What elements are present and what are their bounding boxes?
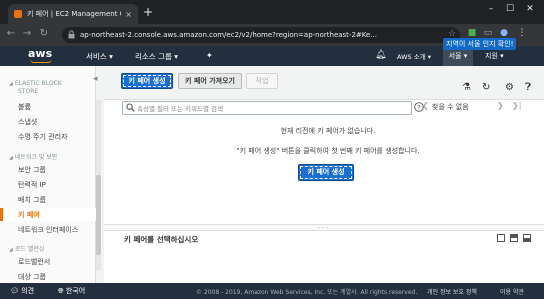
empty-state-hint: "키 페어 생성" 버튼을 클릭하여 첫 번째 키 페어를 생성합니다.: [236, 147, 420, 155]
sidebar-item-network-interfaces[interactable]: 네트워크 인터페이스: [18, 225, 78, 235]
feedback-label: 의견: [21, 287, 35, 295]
minimize-icon[interactable]: –: [484, 4, 498, 14]
help-icon[interactable]: ❓︎: [525, 82, 531, 93]
terms-link[interactable]: 이용 약관: [500, 287, 524, 296]
sidebar-item-target-groups[interactable]: 대상 그룹: [18, 272, 46, 282]
last-page-icon[interactable]: ❯|: [512, 101, 521, 110]
account-menu[interactable]: AWS 소개 ▾: [397, 51, 431, 61]
language-selector[interactable]: 🌐︎ 한국어: [58, 286, 85, 296]
extension-icon[interactable]: ■: [466, 28, 478, 38]
bell-icon[interactable]: 🔔︎: [375, 50, 386, 60]
services-label: 서비스: [86, 52, 107, 61]
region-label: 서울: [448, 52, 462, 60]
chevron-down-icon: ▾: [174, 52, 179, 61]
sidebar-item-key-pairs[interactable]: 키 페어: [18, 210, 40, 220]
browser-menu-icon[interactable]: ⋮: [516, 28, 528, 38]
privacy-link[interactable]: 개인 정보 보호 정책: [427, 287, 477, 296]
window-close-icon[interactable]: ✕: [523, 4, 537, 14]
search-icon: [126, 103, 135, 112]
sidebar-section-ebs[interactable]: ◢ ELASTIC BLOCK: [9, 80, 62, 87]
back-icon[interactable]: ←: [5, 28, 17, 39]
reload-icon[interactable]: ↻: [38, 28, 50, 39]
sidebar-item-security-groups[interactable]: 보안 그룹: [18, 165, 46, 175]
svg-text:?: ?: [417, 103, 420, 111]
sidebar-item-placement-groups[interactable]: 배치 그룹: [18, 195, 46, 205]
sidebar-active-indicator: [0, 208, 96, 221]
create-key-pair-button-empty[interactable]: 키 페어 생성: [298, 164, 354, 181]
sidebar-item-snapshots[interactable]: 스냅샷: [18, 117, 37, 127]
profile-avatar[interactable]: ●: [498, 28, 510, 38]
resource-groups-menu[interactable]: 리소스 그룹 ▾: [135, 51, 178, 62]
feedback-link[interactable]: 💬︎ 의견: [10, 286, 34, 296]
section-title: 로드 밸런싱: [14, 246, 45, 253]
forward-icon[interactable]: →: [21, 28, 33, 39]
next-page-icon[interactable]: ❯: [497, 101, 504, 110]
collapse-triangle-icon: ◢: [9, 247, 13, 253]
region-annotation: 지역이 서울 인지 확인!: [443, 38, 517, 50]
pane-layout-icon-1[interactable]: [497, 234, 505, 242]
collapse-sidebar-icon[interactable]: ◂: [93, 74, 103, 84]
tab-close-icon[interactable]: ×: [125, 10, 132, 19]
prev-page-icon[interactable]: ❮: [422, 101, 429, 110]
services-menu[interactable]: 서비스 ▾: [86, 51, 113, 62]
sidebar-section-ebs-cont: STORE: [18, 88, 39, 95]
create-key-pair-button[interactable]: 키 페어 생성: [121, 73, 173, 89]
maximize-icon[interactable]: ☐: [503, 4, 517, 14]
support-label: 지원: [485, 52, 498, 60]
url-field[interactable]: ap-northeast-2.console.aws.amazon.com/ec…: [62, 27, 460, 43]
pane-layout-icon-2[interactable]: [510, 234, 518, 242]
sidebar-section-load-balancing[interactable]: ◢ 로드 밸런싱: [9, 244, 44, 253]
cast-icon[interactable]: ▭: [482, 28, 494, 38]
empty-state-message: 현재 리전에 키 페어가 없습니다.: [280, 127, 376, 135]
lock-icon: [68, 30, 75, 39]
pane-layout-icon-3[interactable]: [523, 234, 531, 242]
import-key-pair-button[interactable]: 키 페어 가져오기: [178, 73, 242, 89]
flask-icon[interactable]: ⚗: [462, 82, 471, 93]
section-title: 네트워크 및 보안: [14, 154, 58, 161]
sidebar-section-network[interactable]: ◢ 네트워크 및 보안: [9, 152, 57, 161]
sidebar-item-lifecycle[interactable]: 수명 주기 관리자: [18, 132, 68, 142]
account-label: AWS 소개: [397, 53, 426, 61]
detail-pane-title: 키 페어를 선택하십시오: [124, 235, 199, 244]
aws-favicon-icon: [14, 10, 22, 18]
new-tab-icon[interactable]: +: [143, 5, 153, 19]
gear-icon[interactable]: ⚙: [505, 82, 514, 93]
search-placeholder: 속성별 필터 또는 키워드별 검색: [137, 105, 224, 113]
pagination-status: 찾을 수 없음: [432, 103, 469, 111]
tab-title: 키 페어 | EC2 Management Cons: [27, 10, 121, 18]
speech-bubble-icon: 💬︎: [10, 287, 19, 295]
splitter-grip-icon[interactable]: - - -: [318, 224, 328, 231]
language-label: 한국어: [65, 287, 86, 295]
aws-logo[interactable]: aws: [28, 46, 62, 66]
chevron-down-icon: ▾: [109, 52, 113, 61]
actions-button[interactable]: 작업: [246, 73, 278, 89]
support-menu[interactable]: 지원 ▾: [485, 51, 504, 61]
copyright-text: © 2008 - 2019, Amazon Web Services, Inc.…: [196, 289, 418, 296]
collapse-triangle-icon: ◢: [9, 81, 13, 87]
aws-smile-icon: [30, 59, 52, 63]
browser-tab[interactable]: 키 페어 | EC2 Management Cons ×: [8, 4, 138, 24]
collapse-triangle-icon: ◢: [9, 155, 13, 161]
section-title: ELASTIC BLOCK: [14, 80, 62, 87]
sidebar-item-volumes[interactable]: 볼륨: [18, 102, 31, 112]
globe-icon: 🌐︎: [58, 287, 64, 295]
refresh-icon[interactable]: ↻: [482, 82, 490, 93]
sidebar-item-elastic-ip[interactable]: 탄력적 IP: [18, 180, 46, 190]
sidebar-item-load-balancers[interactable]: 로드밸런서: [18, 257, 50, 267]
sidebar-scroll-thumb[interactable]: [96, 175, 101, 255]
resource-groups-label: 리소스 그룹: [135, 52, 172, 61]
pin-icon[interactable]: ✦: [206, 51, 213, 60]
